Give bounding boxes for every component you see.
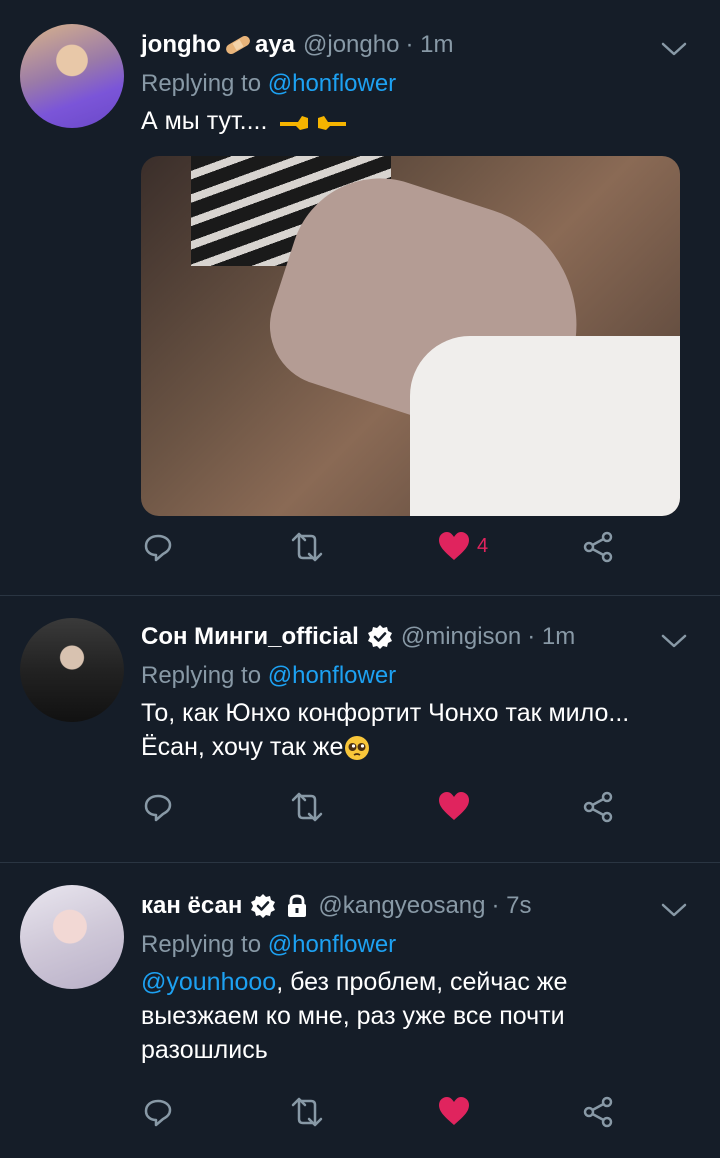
retweet-icon — [291, 792, 323, 822]
handle[interactable]: @mingison — [401, 623, 521, 651]
timestamp: · 1m — [405, 31, 454, 58]
replying-to-link[interactable]: @honflower — [268, 70, 396, 97]
like-count: 4 — [477, 534, 489, 557]
tweet-text: То, как Юнхо конфортит Чонхо так мило...… — [141, 696, 700, 764]
tweet[interactable]: jongho aya @jongho · 1m Replying to @hon… — [0, 0, 720, 596]
reply-button[interactable] — [141, 790, 175, 824]
pleading-face-emoji-icon — [343, 734, 371, 762]
display-name[interactable]: Сон Минги_official — [141, 623, 359, 651]
replying-to-link[interactable]: @honflower — [268, 662, 396, 689]
tweet-header: jongho aya @jongho · 1m — [141, 28, 700, 62]
tweet-text-line-1: @younhooo, без проблем, сейчас же — [141, 965, 700, 999]
share-button[interactable] — [581, 790, 615, 824]
display-name[interactable]: кан ёсан — [141, 892, 242, 920]
like-button[interactable] — [437, 790, 471, 822]
replying-to: Replying to @honflower — [141, 931, 700, 959]
reply-icon — [144, 1099, 172, 1127]
tweet-text-line-2: Ёсан, хочу так же — [141, 730, 700, 764]
tweet-text-line: выезжаем ко мне, раз уже все почти — [141, 1002, 565, 1030]
replying-to: Replying to @honflower — [141, 662, 700, 690]
like-icon — [439, 792, 469, 820]
tweet-text: А мы тут.... — [141, 104, 700, 138]
like-button[interactable]: 4 — [437, 530, 488, 562]
retweet-icon — [291, 1097, 323, 1127]
handle[interactable]: @kangyeosang — [318, 892, 485, 920]
display-name-suffix[interactable]: aya — [255, 31, 295, 59]
share-icon — [583, 1096, 613, 1128]
chevron-down-icon[interactable] — [660, 40, 688, 60]
tweet-actions — [141, 790, 700, 850]
retweet-icon — [291, 532, 323, 562]
avatar[interactable] — [20, 618, 124, 722]
tweet-text-line: Ёсан, хочу так же — [141, 733, 344, 761]
tweet-header: кан ёсан @kangyeosang · 7s — [141, 889, 700, 923]
avatar[interactable] — [20, 885, 124, 989]
reply-icon — [144, 794, 172, 822]
reply-button[interactable] — [141, 1095, 175, 1129]
verified-badge-icon — [367, 624, 393, 650]
tweet-text: @younhooo, без проблем, сейчас же выезжа… — [141, 965, 700, 1067]
tweet[interactable]: кан ёсан @kangyeosang · 7s Replying to @… — [0, 863, 720, 1158]
share-icon — [583, 531, 613, 563]
bandage-emoji-icon — [223, 33, 253, 57]
share-button[interactable] — [581, 1095, 615, 1129]
tweet-actions — [141, 1095, 700, 1155]
tweet-media-image[interactable] — [141, 156, 680, 516]
share-icon — [583, 791, 613, 823]
chevron-down-icon[interactable] — [660, 632, 688, 652]
tweet-text-line: , без проблем, сейчас же — [276, 968, 568, 996]
tweet-header: Сон Минги_official @mingison · 1m — [141, 620, 700, 654]
avatar[interactable] — [20, 24, 124, 128]
replying-prefix: Replying to — [141, 931, 268, 958]
retweet-button[interactable] — [287, 790, 327, 824]
handle[interactable]: @jongho — [303, 31, 399, 59]
tweet-text-content: А мы тут.... — [141, 107, 268, 135]
replying-prefix: Replying to — [141, 70, 268, 97]
reply-icon — [144, 534, 172, 562]
like-icon — [439, 1097, 469, 1125]
like-button[interactable] — [437, 1095, 471, 1127]
retweet-button[interactable] — [287, 1095, 327, 1129]
replying-prefix: Replying to — [141, 662, 268, 689]
lock-icon — [284, 893, 310, 919]
like-icon — [439, 532, 469, 560]
replying-to: Replying to @honflower — [141, 70, 700, 98]
mention-link[interactable]: @younhooo — [141, 968, 276, 996]
reply-button[interactable] — [141, 530, 175, 564]
chevron-down-icon[interactable] — [660, 901, 688, 921]
tweet-text-line: То, как Юнхо конфортит Чонхо так мило... — [141, 699, 630, 727]
tweet-actions: 4 — [141, 530, 700, 590]
timestamp: · 1m — [527, 623, 576, 650]
photo-sleeve-white — [410, 336, 680, 516]
display-name[interactable]: jongho — [141, 31, 221, 59]
retweet-button[interactable] — [287, 530, 327, 564]
pointing-hands-emoji-icon — [278, 110, 348, 134]
share-button[interactable] — [581, 530, 615, 564]
tweet-text-line: разошлись — [141, 1036, 268, 1064]
timestamp: · 7s — [491, 892, 532, 919]
verified-badge-icon — [250, 893, 276, 919]
replying-to-link[interactable]: @honflower — [268, 931, 396, 958]
tweet[interactable]: Сон Минги_official @mingison · 1m Replyi… — [0, 596, 720, 863]
